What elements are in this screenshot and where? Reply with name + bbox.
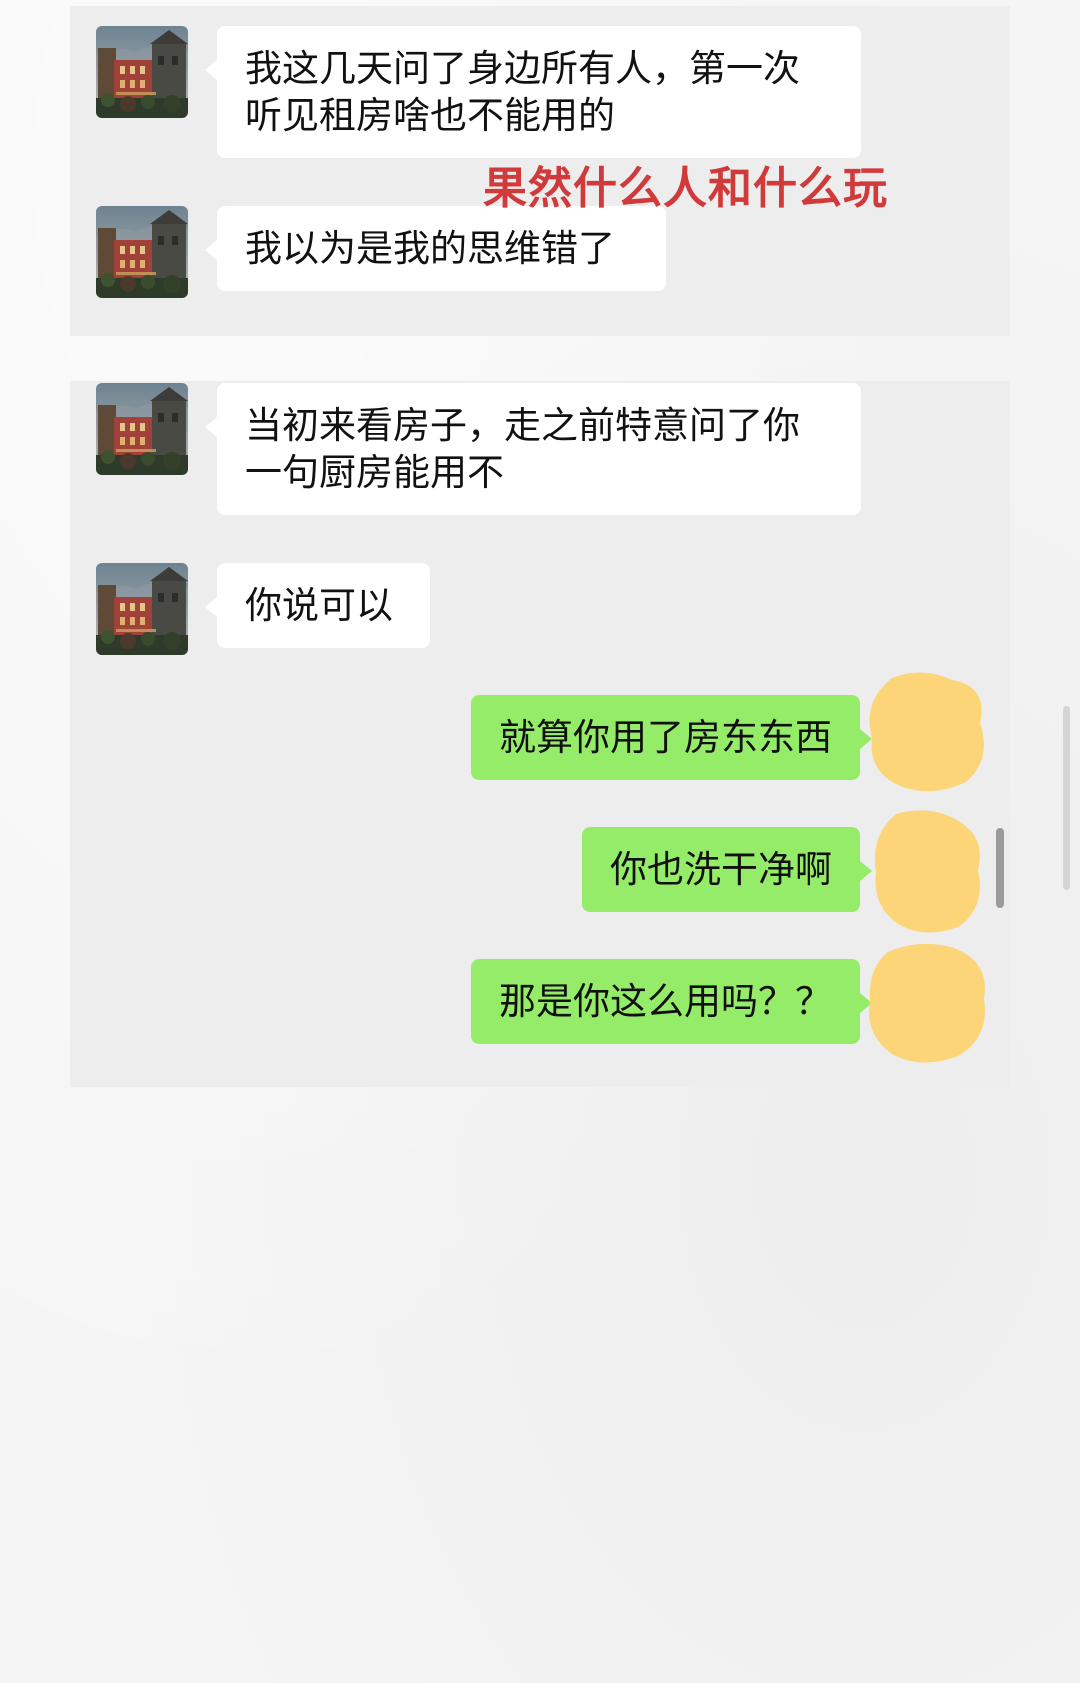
contact-avatar[interactable] bbox=[96, 206, 188, 298]
scrollbar-track[interactable] bbox=[1063, 706, 1070, 890]
message-text-line: 你也洗干净啊 bbox=[610, 848, 832, 891]
incoming-message-bubble[interactable]: 当初来看房子，走之前特意问了你 一句厨房能用不 bbox=[205, 383, 861, 515]
outgoing-message-bubble[interactable]: 你也洗干净啊 bbox=[582, 827, 872, 912]
redacted-avatar-icon bbox=[868, 943, 985, 1063]
incoming-message-bubble[interactable]: 你说可以 bbox=[205, 563, 430, 648]
red-annotation-text: 果然什么人和什么玩 bbox=[483, 163, 888, 214]
contact-avatar[interactable] bbox=[96, 563, 188, 655]
outgoing-message-bubble[interactable]: 那是你这么用吗？？ bbox=[471, 959, 872, 1044]
scrollbar-thumb[interactable] bbox=[996, 828, 1004, 908]
message-text-line: 那是你这么用吗？？ bbox=[499, 980, 832, 1023]
incoming-message-bubble[interactable]: 我这几天问了身边所有人，第一次 听见租房啥也不能用的 bbox=[205, 26, 861, 158]
outgoing-message-bubble[interactable]: 就算你用了房东东西 bbox=[471, 695, 872, 780]
message-text-line: 就算你用了房东东西 bbox=[499, 716, 832, 759]
incoming-message-bubble[interactable]: 我以为是我的思维错了 bbox=[205, 206, 666, 291]
castle-photo-avatar-icon bbox=[96, 383, 188, 475]
message-text-line: 当初来看房子，走之前特意问了你 bbox=[245, 404, 800, 447]
castle-photo-avatar-icon bbox=[96, 563, 188, 655]
message-text-line: 我以为是我的思维错了 bbox=[245, 227, 615, 270]
message-text-line: 一句厨房能用不 bbox=[245, 451, 504, 494]
redacted-avatar-icon bbox=[869, 672, 984, 792]
redacted-avatar-icon bbox=[874, 810, 980, 933]
message-text-line: 听见租房啥也不能用的 bbox=[245, 94, 615, 137]
contact-avatar[interactable] bbox=[96, 383, 188, 475]
message-text-line: 我这几天问了身边所有人，第一次 bbox=[245, 47, 800, 90]
castle-photo-avatar-icon bbox=[96, 206, 188, 298]
message-text-line: 你说可以 bbox=[245, 584, 393, 627]
castle-photo-avatar-icon bbox=[96, 26, 188, 118]
contact-avatar[interactable] bbox=[96, 26, 188, 118]
